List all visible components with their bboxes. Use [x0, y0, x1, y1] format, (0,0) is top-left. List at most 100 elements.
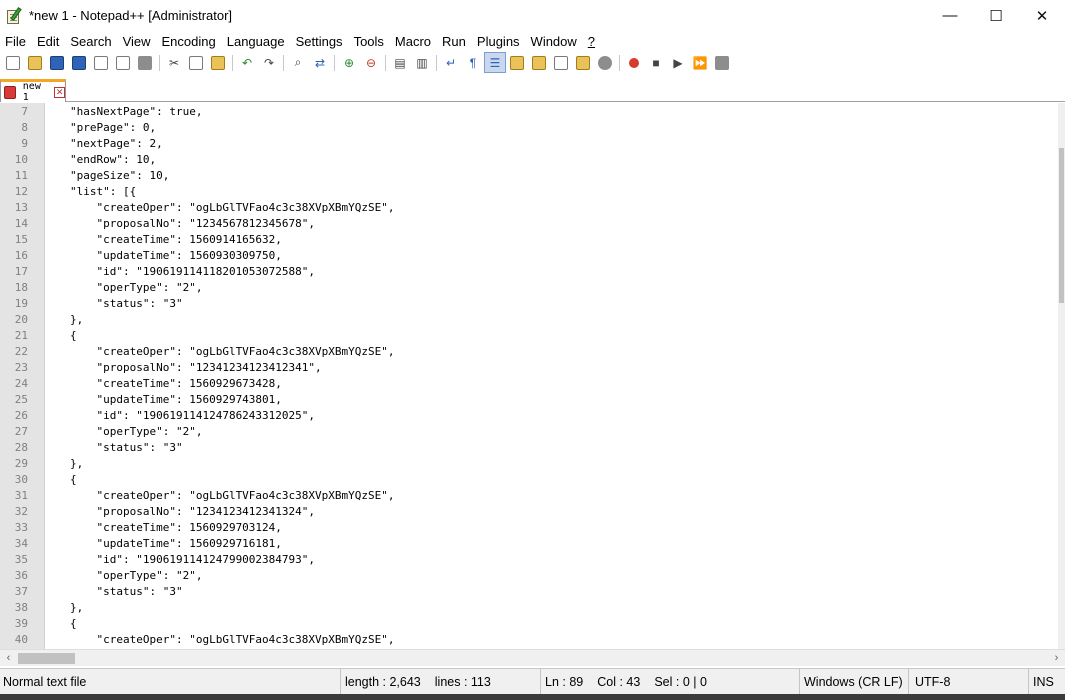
code-line[interactable]: "createOper": "ogLbGlTVFao4c3c38XVpXBmYQ… [46, 344, 1058, 360]
copy-icon[interactable] [185, 52, 207, 73]
minimize-button[interactable]: — [927, 0, 973, 31]
record-macro-icon[interactable] [623, 52, 645, 73]
menu-plugins[interactable]: Plugins [472, 34, 526, 49]
editor-area[interactable]: 7 8 9 10 11 12 13 14 15 16 17 18 19 20 21 22 23 24 25 26 27 2… [0, 103, 1065, 649]
code-line[interactable]: "status": "3" [46, 584, 1058, 600]
vertical-scroll-thumb[interactable] [1059, 148, 1064, 303]
code-line[interactable]: "operType": "2", [46, 568, 1058, 584]
code-line[interactable]: "id": "190619114124786243312025", [46, 408, 1058, 424]
paste-icon[interactable] [207, 52, 229, 73]
line-number: 37 [14, 585, 28, 598]
code-line[interactable]: }, [46, 600, 1058, 616]
scroll-left-icon[interactable]: ‹ [0, 650, 17, 667]
code-line[interactable]: "id": "190619114124799002384793", [46, 552, 1058, 568]
code-line[interactable]: "createOper": "ogLbGlTVFao4c3c38XVpXBmYQ… [46, 488, 1058, 504]
code-line[interactable]: "id": "190619114118201053072588", [46, 264, 1058, 280]
code-line[interactable]: "proposalNo": "1234123412341324", [46, 504, 1058, 520]
code-line[interactable]: "list": [{ [46, 184, 1058, 200]
close-button[interactable]: ✕ [1019, 0, 1065, 31]
cut-icon[interactable]: ✂ [163, 52, 185, 73]
monitoring-icon[interactable] [594, 52, 616, 73]
notepad-app-icon [5, 6, 23, 25]
code-line[interactable]: "proposalNo": "1234567812345678", [46, 216, 1058, 232]
zoom-in-icon[interactable]: ⊕ [338, 52, 360, 73]
stop-macro-icon[interactable]: ■ [645, 52, 667, 73]
save-macro-icon[interactable] [711, 52, 733, 73]
code-line[interactable]: "updateTime": 1560929743801, [46, 392, 1058, 408]
menu-file[interactable]: File [0, 34, 32, 49]
define-language-icon[interactable] [506, 52, 528, 73]
undo-icon[interactable]: ↶ [236, 52, 258, 73]
tab-close-icon[interactable]: ✕ [54, 86, 65, 98]
show-all-chars-icon[interactable]: ¶ [462, 52, 484, 73]
code-line[interactable]: "createTime": 1560929703124, [46, 520, 1058, 536]
code-line[interactable]: "updateTime": 1560930309750, [46, 248, 1058, 264]
print-icon[interactable] [134, 52, 156, 73]
code-line[interactable]: "status": "3" [46, 296, 1058, 312]
new-file-icon[interactable] [2, 52, 24, 73]
menu-window[interactable]: Window [526, 34, 583, 49]
vertical-scrollbar[interactable] [1058, 103, 1065, 649]
code-line[interactable]: { [46, 328, 1058, 344]
scroll-right-icon[interactable]: › [1048, 650, 1065, 667]
code-line[interactable]: "createOper": "ogLbGlTVFao4c3c38XVpXBmYQ… [46, 200, 1058, 216]
doc-map-icon[interactable] [528, 52, 550, 73]
status-sel: Sel : 0 | 0 [654, 674, 707, 689]
code-line[interactable]: "createTime": 1560929673428, [46, 376, 1058, 392]
word-wrap-icon[interactable]: ↵ [440, 52, 462, 73]
menu-tools[interactable]: Tools [349, 34, 390, 49]
replace-icon[interactable]: ⇄ [309, 52, 331, 73]
menu-view[interactable]: View [118, 34, 157, 49]
horizontal-scroll-thumb[interactable] [18, 653, 75, 664]
code-line-text: "createTime": 1560929673428, [70, 377, 282, 390]
code-line[interactable]: "prePage": 0, [46, 120, 1058, 136]
code-line[interactable]: "updateTime": 1560929716181, [46, 536, 1058, 552]
menu-encoding[interactable]: Encoding [157, 34, 222, 49]
find-icon[interactable]: ⌕ [287, 52, 309, 73]
code-line[interactable]: "createTime": 1560914165632, [46, 232, 1058, 248]
menu-settings[interactable]: Settings [291, 34, 349, 49]
zoom-out-icon[interactable]: ⊖ [360, 52, 382, 73]
code-line[interactable]: { [46, 472, 1058, 488]
line-number: 15 [14, 233, 28, 246]
code-line[interactable]: }, [46, 456, 1058, 472]
indent-guide-icon[interactable]: ☰ [484, 52, 506, 73]
code-line[interactable]: "operType": "2", [46, 424, 1058, 440]
code-line[interactable]: "operType": "2", [46, 280, 1058, 296]
menu-edit[interactable]: Edit [32, 34, 65, 49]
code-line[interactable]: "status": "3" [46, 440, 1058, 456]
save-icon[interactable] [46, 52, 68, 73]
close-all-icon[interactable] [112, 52, 134, 73]
menu-language[interactable]: Language [222, 34, 291, 49]
menu-search[interactable]: Search [65, 34, 117, 49]
menu-macro[interactable]: Macro [390, 34, 437, 49]
redo-icon[interactable]: ↷ [258, 52, 280, 73]
tab-new-1[interactable]: new 1 ✕ [0, 79, 66, 103]
code-line-text: "id": "190619114118201053072588", [70, 265, 316, 278]
code-line[interactable]: "nextPage": 2, [46, 136, 1058, 152]
maximize-button[interactable]: ☐ [973, 0, 1019, 31]
horizontal-scrollbar[interactable]: ‹ › [0, 649, 1065, 666]
code-line[interactable]: "proposalNo": "12341234123412341", [46, 360, 1058, 376]
code-line[interactable]: }, [46, 312, 1058, 328]
code-line[interactable]: "hasNextPage": true, [46, 104, 1058, 120]
menu-help[interactable]: ? [583, 34, 601, 49]
play-macro-icon[interactable]: ▶ [667, 52, 689, 73]
toolbar-separator [159, 54, 160, 71]
save-all-icon[interactable] [68, 52, 90, 73]
function-list-icon[interactable] [550, 52, 572, 73]
play-macro-multiple-icon[interactable]: ⏩ [689, 52, 711, 73]
code-line[interactable]: "pageSize": 10, [46, 168, 1058, 184]
unsaved-file-icon [4, 85, 16, 99]
sync-vertical-icon[interactable]: ▤ [389, 52, 411, 73]
folder-workspace-icon[interactable] [572, 52, 594, 73]
menu-run[interactable]: Run [437, 34, 472, 49]
code-line[interactable]: "endRow": 10, [46, 152, 1058, 168]
open-file-icon[interactable] [24, 52, 46, 73]
code-line[interactable]: "createOper": "ogLbGlTVFao4c3c38XVpXBmYQ… [46, 632, 1058, 648]
code-line-text: "updateTime": 1560930309750, [70, 249, 282, 262]
close-file-icon[interactable] [90, 52, 112, 73]
code-line[interactable]: { [46, 616, 1058, 632]
code-text-area[interactable]: "hasNextPage": true, "prePage": 0, "nextPa… [46, 103, 1058, 649]
sync-horizontal-icon[interactable]: ▥ [411, 52, 433, 73]
